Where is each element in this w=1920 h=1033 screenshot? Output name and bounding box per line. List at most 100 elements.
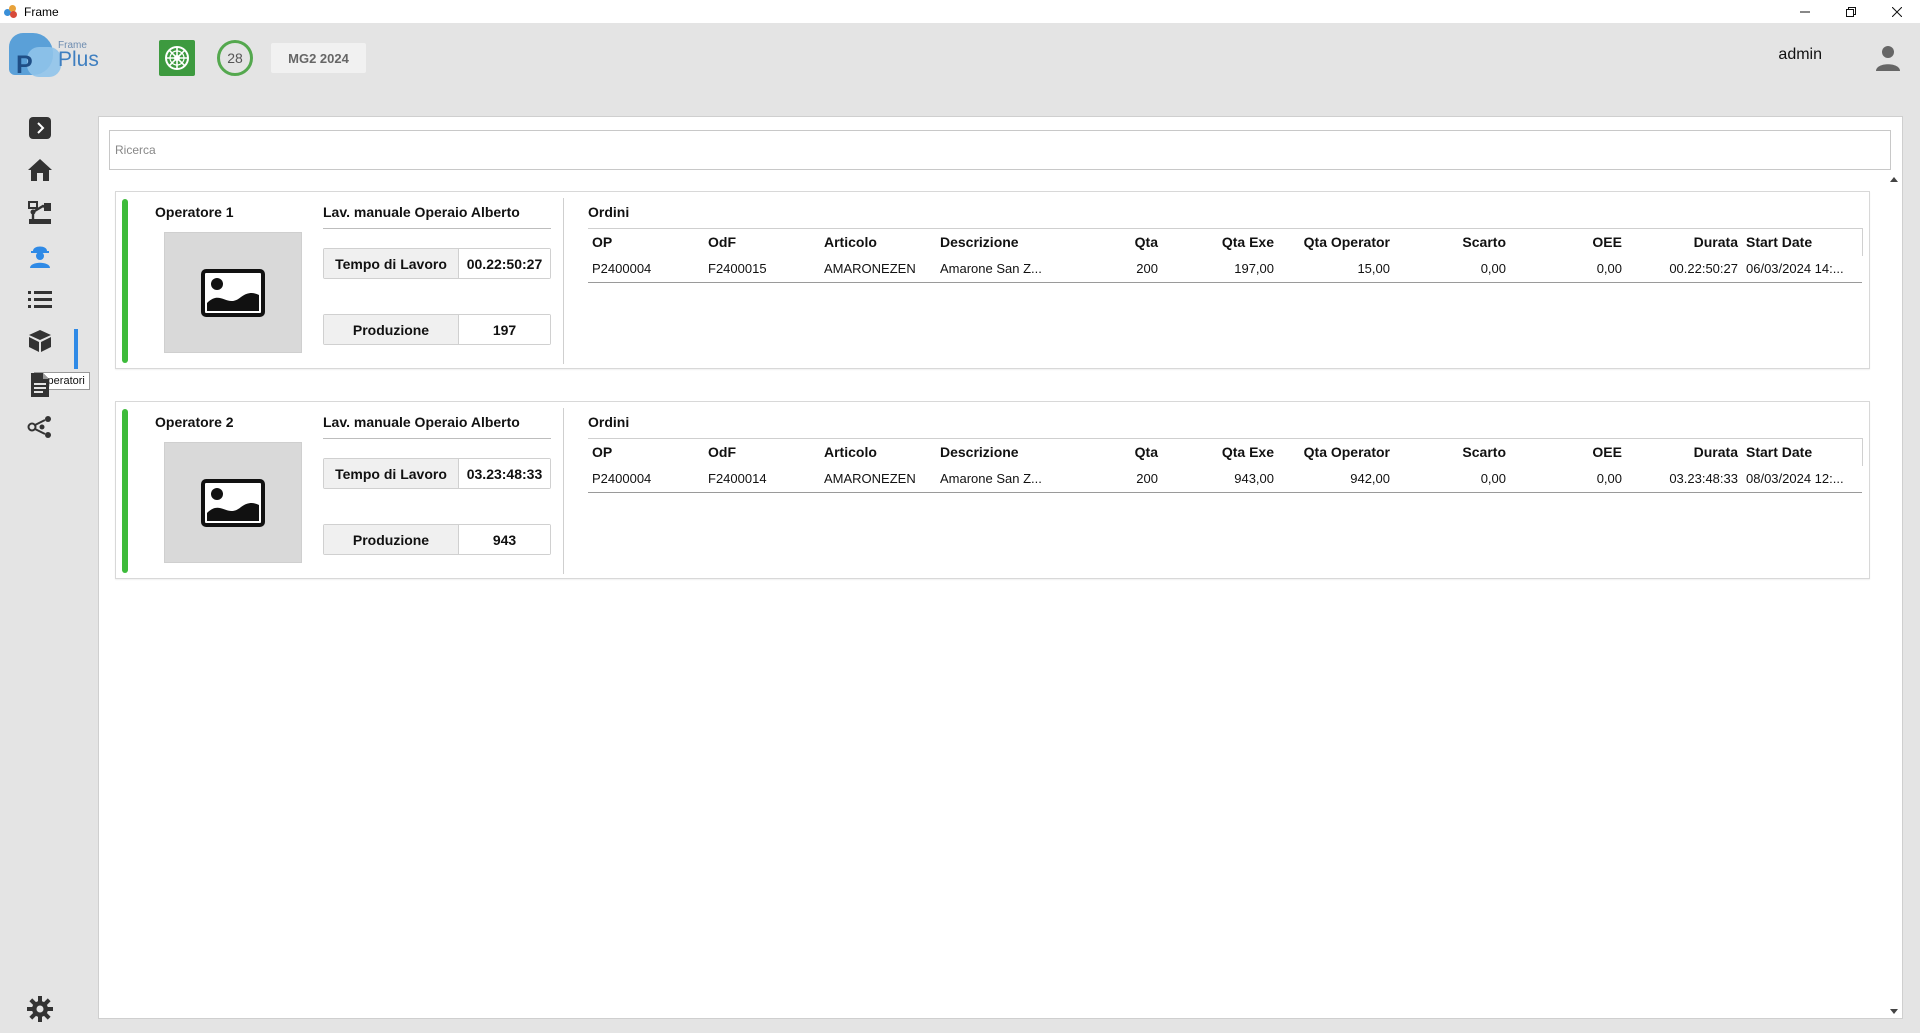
main-panel: Operatore 1 Lav. manuale Operaio Alberto… <box>98 116 1903 1019</box>
scroll-up-icon[interactable] <box>1890 177 1898 182</box>
close-icon <box>1892 6 1902 17</box>
col-header-qta-operator[interactable]: Qta Operator <box>1278 228 1394 256</box>
minimize-button[interactable] <box>1782 0 1828 23</box>
cell-qta: 200 <box>1086 255 1162 283</box>
logo-plus-text: Plus <box>58 48 99 71</box>
cell-qta-exe: 197,00 <box>1162 255 1278 283</box>
logo-letter: P <box>16 51 33 79</box>
cell-descrizione: Amarone San Z... <box>936 255 1086 283</box>
title-bar: Frame <box>0 0 1920 23</box>
operator-name: Operatore 2 <box>155 414 234 430</box>
col-header-start-date[interactable]: Start Date <box>1742 228 1863 256</box>
sidebar-item-connections[interactable] <box>26 413 54 441</box>
restore-button[interactable] <box>1828 0 1874 23</box>
col-header-oee[interactable]: OEE <box>1510 228 1626 256</box>
scroll-down-icon[interactable] <box>1890 1009 1898 1014</box>
production-field: Produzione 943 <box>323 524 551 555</box>
cell-scarto: 0,00 <box>1394 255 1510 283</box>
cell-qta: 200 <box>1086 465 1162 493</box>
sidebar-item-documents[interactable] <box>26 371 54 399</box>
col-header-qta[interactable]: Qta <box>1086 438 1162 466</box>
col-header-articolo[interactable]: Articolo <box>820 228 936 256</box>
chevron-right-icon <box>29 117 51 139</box>
work-time-field: Tempo di Lavoro 03.23:48:33 <box>323 458 551 489</box>
table-row[interactable]: P2400004 F2400014 AMARONEZEN Amarone San… <box>588 465 1862 493</box>
user-icon[interactable] <box>1874 44 1902 72</box>
col-header-descrizione[interactable]: Descrizione <box>936 228 1086 256</box>
col-header-qta-exe[interactable]: Qta Exe <box>1162 438 1278 466</box>
minimize-icon <box>1800 11 1810 12</box>
notification-counter[interactable]: 28 <box>217 40 253 76</box>
col-header-durata[interactable]: Durata <box>1626 438 1742 466</box>
sidebar-expand-button[interactable] <box>26 114 54 142</box>
cell-durata: 03.23:48:33 <box>1626 465 1742 493</box>
cell-descrizione: Amarone San Z... <box>936 465 1086 493</box>
frame-plus-logo[interactable]: P Frame Plus <box>9 33 104 79</box>
document-icon <box>31 373 49 397</box>
cell-articolo: AMARONEZEN <box>820 465 936 493</box>
operator-work-title: Lav. manuale Operaio Alberto <box>323 204 551 229</box>
status-indicator <box>122 199 128 363</box>
col-header-odf[interactable]: OdF <box>704 228 820 256</box>
plant-status-button[interactable] <box>159 40 195 76</box>
operator-card[interactable]: Operatore 1 Lav. manuale Operaio Alberto… <box>115 191 1870 369</box>
cell-scarto: 0,00 <box>1394 465 1510 493</box>
col-header-op[interactable]: OP <box>588 228 704 256</box>
cell-start-date: 06/03/2024 14:... <box>1742 255 1862 283</box>
restore-icon <box>1846 6 1856 17</box>
production-label: Produzione <box>324 315 459 344</box>
sidebar-item-operatori[interactable] <box>26 241 54 269</box>
vertical-scrollbar[interactable] <box>1886 173 1902 1018</box>
sidebar-item-list[interactable] <box>26 285 54 313</box>
col-header-scarto[interactable]: Scarto <box>1394 228 1510 256</box>
cell-oee: 0,00 <box>1510 255 1626 283</box>
col-header-start-date[interactable]: Start Date <box>1742 438 1863 466</box>
col-header-qta-exe[interactable]: Qta Exe <box>1162 228 1278 256</box>
operator-card[interactable]: Operatore 2 Lav. manuale Operaio Alberto… <box>115 401 1870 579</box>
production-value: 197 <box>459 315 550 344</box>
machine-icon <box>28 201 51 224</box>
search-input[interactable] <box>109 130 1891 170</box>
col-header-articolo[interactable]: Articolo <box>820 438 936 466</box>
cell-qta-operator: 942,00 <box>1278 465 1394 493</box>
production-field: Produzione 197 <box>323 314 551 345</box>
sidebar-item-home[interactable] <box>26 156 54 184</box>
cell-oee: 0,00 <box>1510 465 1626 493</box>
orders-title: Ordini <box>588 414 630 430</box>
status-indicator <box>122 409 128 573</box>
col-header-scarto[interactable]: Scarto <box>1394 438 1510 466</box>
operator-work-title: Lav. manuale Operaio Alberto <box>323 414 551 439</box>
col-header-oee[interactable]: OEE <box>1510 438 1626 466</box>
col-header-odf[interactable]: OdF <box>704 438 820 466</box>
col-header-durata[interactable]: Durata <box>1626 228 1742 256</box>
sidebar-item-machines[interactable] <box>26 199 54 227</box>
col-header-op[interactable]: OP <box>588 438 704 466</box>
work-time-label: Tempo di Lavoro <box>324 249 459 278</box>
user-name[interactable]: admin <box>1778 46 1822 64</box>
orders-table: OP OdF Articolo Descrizione Qta Qta Exe … <box>588 438 1863 493</box>
cell-op: P2400004 <box>588 255 704 283</box>
wheel-icon <box>165 46 189 70</box>
operator-photo <box>164 232 302 353</box>
plant-selector-button[interactable]: MG2 2024 <box>271 43 366 73</box>
col-header-qta[interactable]: Qta <box>1086 228 1162 256</box>
home-icon <box>28 159 52 181</box>
active-indicator <box>74 329 78 369</box>
sidebar-item-products[interactable] <box>26 327 54 355</box>
window-controls <box>1782 0 1920 23</box>
cell-odf: F2400015 <box>704 255 820 283</box>
orders-table: OP OdF Articolo Descrizione Qta Qta Exe … <box>588 228 1863 283</box>
work-time-value: 03.23:48:33 <box>459 459 550 488</box>
close-button[interactable] <box>1874 0 1920 23</box>
app-header: P Frame Plus 28 MG2 2024 admin <box>0 23 1920 93</box>
col-header-descrizione[interactable]: Descrizione <box>936 438 1086 466</box>
share-icon <box>27 416 51 438</box>
box-icon <box>29 330 51 352</box>
production-value: 943 <box>459 525 550 554</box>
settings-button[interactable] <box>26 995 54 1023</box>
cell-op: P2400004 <box>588 465 704 493</box>
cell-qta-exe: 943,00 <box>1162 465 1278 493</box>
gear-icon <box>27 996 53 1022</box>
table-row[interactable]: P2400004 F2400015 AMARONEZEN Amarone San… <box>588 255 1862 283</box>
col-header-qta-operator[interactable]: Qta Operator <box>1278 438 1394 466</box>
